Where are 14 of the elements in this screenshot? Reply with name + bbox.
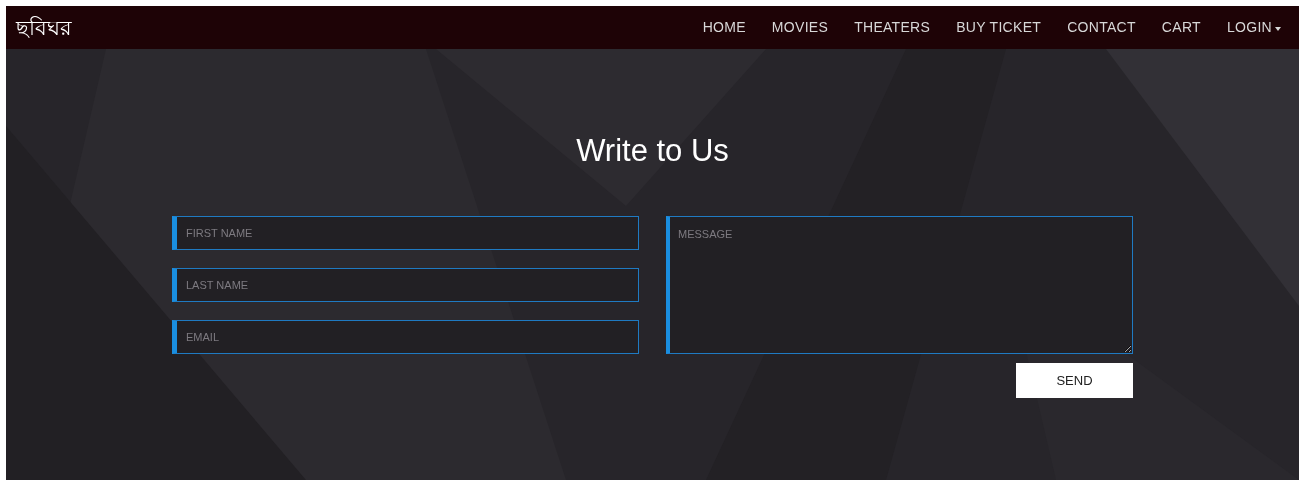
text-field[interactable]: FIRST NAME: [172, 216, 639, 250]
nav-link[interactable]: LOGIN: [1226, 17, 1281, 38]
text-field[interactable]: LAST NAME: [172, 268, 639, 302]
brand-logo[interactable]: ছবিঘর: [16, 17, 72, 38]
nav-link[interactable]: BUY TICKET: [956, 17, 1042, 38]
form-title: Write to Us: [576, 135, 729, 166]
send-button[interactable]: SEND: [1016, 363, 1133, 398]
text-field[interactable]: EMAIL: [172, 320, 639, 354]
nav-link[interactable]: CART: [1161, 17, 1201, 38]
nav-link[interactable]: CONTACT: [1067, 17, 1136, 38]
nav-link[interactable]: MOVIES: [771, 17, 829, 38]
nav-link[interactable]: HOME: [702, 17, 746, 38]
message-field[interactable]: MESSAGE: [666, 216, 1133, 354]
nav-link[interactable]: THEATERS: [854, 17, 931, 38]
